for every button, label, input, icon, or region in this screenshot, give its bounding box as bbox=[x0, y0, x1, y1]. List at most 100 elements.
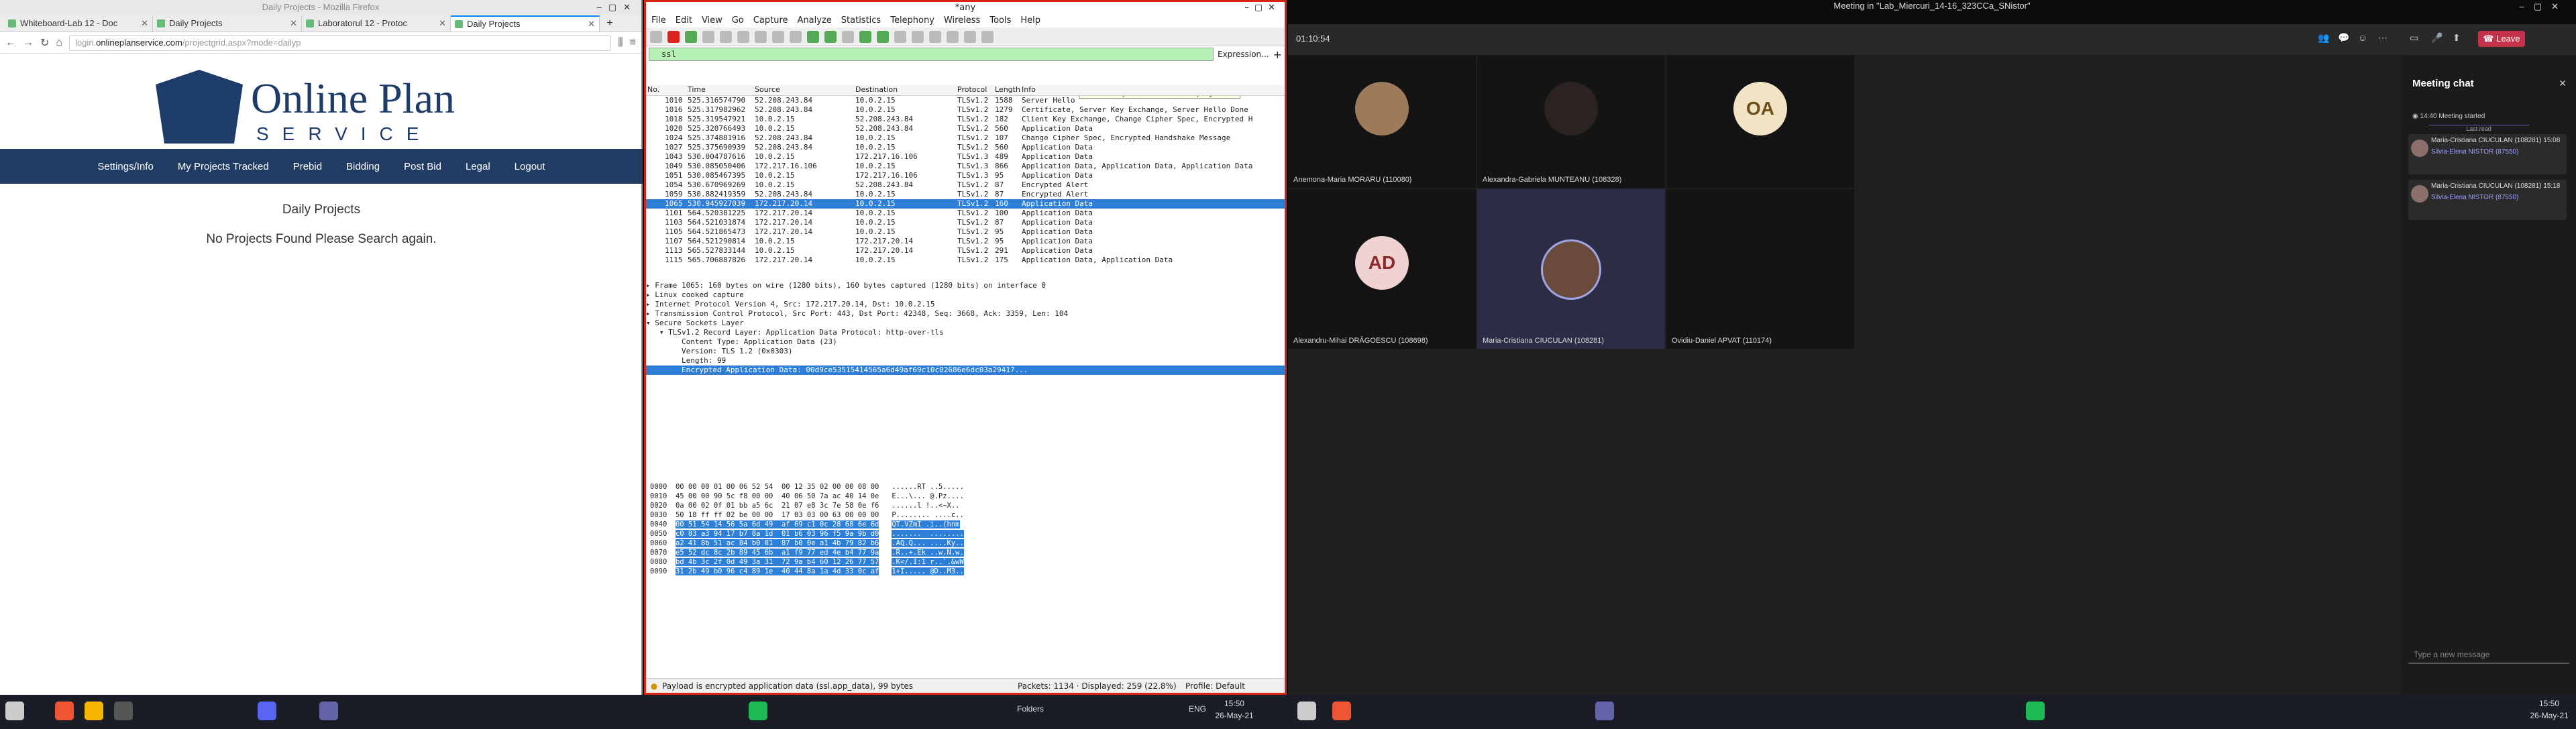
detail-row[interactable]: ▸ Frame 1065: 160 bytes on wire (1280 bi… bbox=[646, 281, 1285, 290]
hex-row[interactable]: 0020 0a 00 02 0f 01 bb a5 6c 21 07 e8 3c… bbox=[646, 501, 1285, 510]
chrome-icon[interactable] bbox=[55, 702, 74, 720]
leave-button[interactable]: ☎ Leave bbox=[2478, 31, 2525, 47]
nav-logout[interactable]: Logout bbox=[515, 161, 545, 172]
nav-prebid[interactable]: Prebid bbox=[293, 161, 322, 172]
back-icon[interactable]: ← bbox=[5, 37, 16, 49]
restart-capture-icon[interactable] bbox=[685, 30, 697, 43]
table-row[interactable]: 1010 525.316574790 52.208.243.84 10.0.2.15 T… bbox=[646, 96, 1285, 105]
hex-row[interactable]: 0040 00 51 54 14 56 5a 6d 49 af 69 c1 0c… bbox=[646, 520, 1285, 529]
go-forward-icon[interactable] bbox=[824, 30, 837, 43]
menu-capture[interactable]: Capture bbox=[753, 14, 788, 27]
hex-row[interactable]: 0090 31 2b 49 b0 96 c4 89 1e 40 44 8a 1a… bbox=[646, 567, 1285, 576]
video-tile[interactable]: Alexandra-Gabriela MUNTEANU (108328) bbox=[1477, 55, 1665, 188]
detail-row[interactable]: Content Type: Application Data (23) bbox=[646, 337, 1285, 347]
save-file-icon[interactable] bbox=[737, 30, 749, 43]
video-tile[interactable]: AD Alexandru-Mihai DRĂGOESCU (108698) bbox=[1288, 189, 1476, 349]
video-tile[interactable]: Ovidiu-Daniel APVAT (110174) bbox=[1666, 189, 1854, 349]
close-icon[interactable]: ✕ bbox=[588, 17, 595, 32]
menu-statistics[interactable]: Statistics bbox=[841, 14, 881, 27]
table-row[interactable]: 1115 565.706887826 172.217.20.14 10.0.2.15 T… bbox=[646, 256, 1285, 265]
chrome-icon[interactable] bbox=[1332, 702, 1351, 720]
column-protocol[interactable]: Protocol bbox=[957, 85, 995, 95]
teams-icon[interactable] bbox=[1595, 702, 1614, 720]
virtualbox-icon[interactable] bbox=[114, 702, 133, 720]
chat-message[interactable]: Maria-Cristiana CIUCULAN (108281) 15:18 … bbox=[2408, 180, 2567, 220]
tab-whiteboard[interactable]: Whiteboard-Lab 12 - Doc ✕ bbox=[4, 15, 153, 32]
home-icon[interactable]: ⌂ bbox=[56, 37, 62, 49]
close-icon[interactable]: ✕ bbox=[439, 15, 446, 32]
chat-icon[interactable]: 💬 bbox=[2338, 32, 2349, 44]
spotify-icon[interactable] bbox=[2026, 702, 2045, 720]
menu-wireless[interactable]: Wireless bbox=[944, 14, 980, 27]
menu-view[interactable]: View bbox=[702, 14, 722, 27]
detail-row[interactable]: Length: 99 bbox=[646, 356, 1285, 366]
nav-post-bid[interactable]: Post Bid bbox=[404, 161, 441, 172]
zoom-in-icon[interactable] bbox=[929, 30, 941, 43]
add-filter-button[interactable]: + bbox=[1273, 48, 1282, 61]
tab-daily-projects-active[interactable]: Daily Projects ✕ bbox=[451, 15, 600, 32]
table-row[interactable]: 1059 530.882419359 52.208.243.84 10.0.2.15 T… bbox=[646, 190, 1285, 199]
table-row[interactable]: 1105 564.521865473 172.217.20.14 10.0.2.15 T… bbox=[646, 227, 1285, 237]
hex-row[interactable]: 0070 e5 52 dc 8c 2b 89 45 6b a1 f9 77 ed… bbox=[646, 548, 1285, 557]
go-back-icon[interactable] bbox=[807, 30, 819, 43]
close-icon[interactable]: ✕ bbox=[290, 15, 297, 32]
table-row[interactable]: 1018 525.319547921 10.0.2.15 52.208.243.84 T… bbox=[646, 115, 1285, 124]
nav-bidding[interactable]: Bidding bbox=[346, 161, 380, 172]
forward-icon[interactable]: → bbox=[23, 37, 34, 49]
hex-row[interactable]: 0030 50 18 ff ff 02 be 00 00 17 03 03 00… bbox=[646, 510, 1285, 520]
table-row[interactable]: 1113 565.527833144 10.0.2.15 172.217.20.14 T… bbox=[646, 246, 1285, 256]
close-icon[interactable]: ✕ bbox=[2559, 78, 2567, 89]
table-row[interactable]: 1020 525.320766493 10.0.2.15 52.208.243.84 T… bbox=[646, 124, 1285, 133]
clock-date[interactable]: 26-May-21 bbox=[2529, 711, 2569, 720]
site-logo[interactable]: Online Plan SERVICE bbox=[156, 70, 484, 150]
video-tile[interactable]: Anemona-Maria MORARU (110080) bbox=[1288, 55, 1476, 188]
table-row[interactable]: 1043 530.004787616 10.0.2.15 172.217.16.106… bbox=[646, 152, 1285, 162]
start-capture-icon[interactable] bbox=[650, 30, 662, 43]
menu-help[interactable]: Help bbox=[1020, 14, 1040, 27]
reactions-icon[interactable]: ☺ bbox=[2358, 32, 2367, 43]
autoscroll-icon[interactable] bbox=[894, 30, 906, 43]
open-file-icon[interactable] bbox=[720, 30, 732, 43]
expert-info-icon[interactable]: ● bbox=[646, 679, 662, 693]
window-controls[interactable]: –▢✕ bbox=[597, 0, 637, 15]
hex-row[interactable]: 0050 c0 83 a3 94 17 b7 8a 1d 01 b6 03 96… bbox=[646, 529, 1285, 539]
table-row[interactable]: 1027 525.375690939 52.208.243.84 10.0.2.15 T… bbox=[646, 143, 1285, 152]
window-controls[interactable]: –▢✕ bbox=[2520, 1, 2568, 12]
share-icon[interactable]: ⬆ bbox=[2453, 32, 2461, 44]
status-profile[interactable]: Profile: Default bbox=[1185, 679, 1245, 693]
more-options-icon[interactable]: ⋯ bbox=[2378, 32, 2387, 44]
expression-button[interactable]: Expression... bbox=[1218, 50, 1269, 59]
detail-row[interactable]: ▸ Internet Protocol Version 4, Src: 172.… bbox=[646, 300, 1285, 309]
table-row[interactable]: 1054 530.670969269 10.0.2.15 52.208.243.84 T… bbox=[646, 180, 1285, 190]
start-icon[interactable] bbox=[1297, 702, 1316, 720]
participants-icon[interactable]: 👥 bbox=[2318, 32, 2329, 44]
detail-row[interactable]: ▾ Secure Sockets Layer bbox=[646, 319, 1285, 328]
detail-row[interactable]: ▸ Transmission Control Protocol, Src Por… bbox=[646, 309, 1285, 319]
hex-row[interactable]: 0010 45 00 00 90 5c f8 00 00 40 06 50 7a… bbox=[646, 492, 1285, 501]
table-row[interactable]: 1016 525.317982962 52.208.243.84 10.0.2.15 T… bbox=[646, 105, 1285, 115]
nav-my-projects-tracked[interactable]: My Projects Tracked bbox=[178, 161, 269, 172]
table-row[interactable]: 1051 530.085467395 10.0.2.15 172.217.16.106… bbox=[646, 171, 1285, 180]
hex-row[interactable]: 0000 00 00 00 01 00 06 52 54 00 12 35 02… bbox=[646, 482, 1285, 492]
table-row[interactable]: 1103 564.521031874 172.217.20.14 10.0.2.15 T… bbox=[646, 218, 1285, 227]
capture-options-icon[interactable] bbox=[702, 30, 714, 43]
chat-message[interactable]: Maria-Cristiana CIUCULAN (108281) 15:08 … bbox=[2408, 134, 2567, 174]
reload-file-icon[interactable] bbox=[772, 30, 784, 43]
new-tab-button[interactable]: + bbox=[600, 15, 620, 32]
language-indicator[interactable]: ENG bbox=[1189, 704, 1206, 714]
clock-time[interactable]: 15:50 bbox=[2529, 699, 2569, 708]
column-info[interactable]: Info bbox=[1022, 85, 1285, 95]
url-bar[interactable]: login.onlineplanservice.com/projectgrid.… bbox=[69, 34, 612, 51]
video-tile-active-speaker[interactable]: Maria-Cristiana CIUCULAN (108281) bbox=[1477, 189, 1665, 349]
nav-legal[interactable]: Legal bbox=[466, 161, 490, 172]
tab-daily-projects-1[interactable]: Daily Projects ✕ bbox=[153, 15, 302, 32]
last-packet-icon[interactable] bbox=[877, 30, 889, 43]
table-row[interactable]: 1107 564.521290814 10.0.2.15 172.217.20.14 T… bbox=[646, 237, 1285, 246]
video-tile[interactable]: OA bbox=[1666, 55, 1854, 188]
clock-time[interactable]: 15:50 bbox=[1214, 699, 1254, 708]
first-packet-icon[interactable] bbox=[859, 30, 871, 43]
zoom-normal-icon[interactable] bbox=[964, 30, 976, 43]
library-icon[interactable]: ⫼ bbox=[618, 37, 623, 49]
folders-toolbar[interactable]: Folders bbox=[1017, 704, 1044, 714]
table-row[interactable]: 1065 530.945927039 172.217.20.14 10.0.2.15 T… bbox=[646, 199, 1285, 209]
